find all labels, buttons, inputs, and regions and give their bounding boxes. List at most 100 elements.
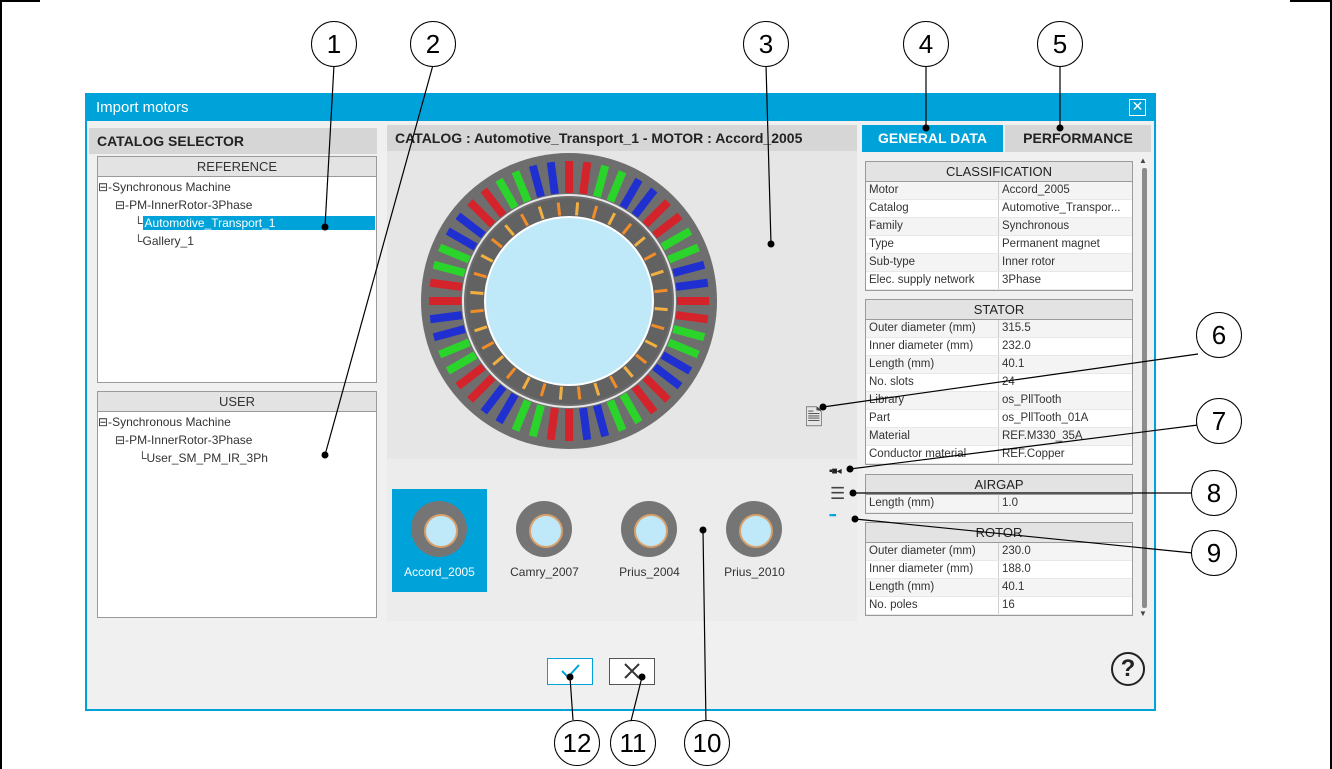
ok-button[interactable] (547, 658, 593, 685)
stator-winding (429, 297, 461, 305)
property-row: No. poles 16 (866, 597, 1132, 615)
thumbnail-camry-2007[interactable]: Camry_2007 (497, 489, 592, 592)
thumbnail-prius-2004[interactable]: Prius_2004 (602, 489, 697, 592)
import-motors-dialog: Import motors ✕ CATALOG SELECTOR REFEREN… (85, 93, 1156, 711)
property-row: Outer diameter (mm) 230.0 (866, 543, 1132, 561)
property-value: 16 (1002, 599, 1015, 611)
property-row: No. slots 24 (866, 374, 1132, 392)
user-tree-panel: USER ⊟-Synchronous Machine ⊟-PM-InnerRot… (97, 391, 377, 618)
title-bar: Import motors ✕ (87, 95, 1154, 121)
airgap-rows: Length (mm) 1.0 (866, 495, 1132, 513)
cancel-button[interactable] (609, 658, 655, 685)
scrollbar-thumb[interactable] (1142, 168, 1147, 608)
property-row: Length (mm) 40.1 (866, 579, 1132, 597)
stator-title: STATOR (866, 300, 1132, 320)
property-value: REF.Copper (1002, 448, 1065, 460)
callout-10: 10 (684, 720, 730, 766)
close-icon (624, 663, 640, 679)
reference-tree-panel: REFERENCE ⊟-Synchronous Machine ⊟-PM-Inn… (97, 156, 377, 383)
property-value: 1.0 (1002, 497, 1018, 509)
catalog-selector-header: CATALOG SELECTOR (89, 128, 377, 154)
shaft-bore (484, 216, 654, 386)
stator-winding (565, 161, 573, 193)
scroll-down-icon[interactable]: ▼ (1139, 609, 1147, 618)
thumbnail-accord-2005[interactable]: Accord_2005 (392, 489, 487, 592)
classification-title: CLASSIFICATION (866, 162, 1132, 182)
tab-performance[interactable]: PERFORMANCE (1005, 125, 1151, 152)
property-label: Motor (866, 182, 999, 199)
property-label: Part (866, 410, 999, 427)
frame-right-border (1330, 0, 1332, 769)
user-tree: ⊟-Synchronous Machine ⊟-PM-InnerRotor-3P… (98, 412, 376, 467)
callout-9: 9 (1191, 530, 1237, 576)
property-value: Permanent magnet (1002, 238, 1100, 250)
collapse-icon[interactable]: ⊟- (98, 180, 112, 194)
property-label: Inner diameter (mm) (866, 338, 999, 355)
help-button[interactable]: ? (1111, 652, 1145, 686)
tree-item-synchronous-machine[interactable]: ⊟-Synchronous Machine (98, 178, 376, 196)
callout-2: 2 (410, 21, 456, 67)
callout-12: 12 (554, 720, 600, 766)
frame-corner-left (0, 0, 40, 2)
property-row: Inner diameter (mm) 232.0 (866, 338, 1132, 356)
property-label: Type (866, 236, 999, 253)
tab-bar: GENERAL DATA PERFORMANCE (862, 125, 1151, 152)
grid-view-icon[interactable]: ▪▪▪ (829, 510, 837, 520)
property-value: 24 (1002, 376, 1015, 388)
callout-1: 1 (311, 21, 357, 67)
list-view-icon[interactable]: ☰ (830, 484, 845, 504)
stator-winding (565, 409, 573, 441)
motor-thumbnail-icon (726, 501, 782, 557)
property-label: Conductor material (866, 446, 999, 463)
property-value: os_PllTooth (1002, 394, 1062, 406)
property-row: Part os_PllTooth_01A (866, 410, 1132, 428)
tree-item-user-sm-pm-ir-3ph[interactable]: └User_SM_PM_IR_3Ph (98, 449, 376, 467)
thumbnail-prius-2010[interactable]: Prius_2010 (707, 489, 802, 592)
property-value: Synchronous (1002, 220, 1070, 232)
property-label: Library (866, 392, 999, 409)
property-row: Length (mm) 1.0 (866, 495, 1132, 513)
stator-rows: Outer diameter (mm) 315.5 Inner diameter (… (866, 320, 1132, 464)
property-row: Family Synchronous (866, 218, 1132, 236)
tree-item-pm-innerrotor[interactable]: ⊟-PM-InnerRotor-3Phase (98, 196, 376, 214)
tree-item-gallery-1[interactable]: └Gallery_1 (98, 232, 376, 250)
property-label: Length (mm) (866, 495, 999, 512)
classification-section: CLASSIFICATION Motor Accord_2005 Catalog Au… (865, 161, 1133, 291)
stator-winding (677, 297, 709, 305)
collapse-icon[interactable]: ⊟- (115, 198, 129, 212)
tree-item-automotive-transport-1[interactable]: └ Automotive_Transport_1 (98, 214, 376, 232)
motor-thumbnail-icon (621, 501, 677, 557)
property-label: Length (mm) (866, 579, 999, 596)
document-icon[interactable]: 🗎 (805, 401, 823, 439)
property-row: Elec. supply network 3Phase (866, 272, 1132, 290)
reference-tree: ⊟-Synchronous Machine ⊟-PM-InnerRotor-3P… (98, 177, 376, 250)
motor-viewer: CATALOG : Automotive_Transport_1 - MOTOR… (387, 125, 857, 621)
scroll-up-icon[interactable]: ▲ (1139, 156, 1147, 165)
property-row: Library os_PllTooth (866, 392, 1132, 410)
stator-section: STATOR Outer diameter (mm) 315.5 Inner dia… (865, 299, 1133, 465)
property-value: 188.0 (1002, 563, 1031, 575)
property-row: Material REF.M330_35A (866, 428, 1132, 446)
tree-item-synchronous-machine[interactable]: ⊟-Synchronous Machine (98, 413, 376, 431)
callout-8: 8 (1191, 470, 1237, 516)
callout-4: 4 (903, 21, 949, 67)
property-value: os_PllTooth_01A (1002, 412, 1089, 424)
property-value: 40.1 (1002, 581, 1025, 593)
toggle-view-icon[interactable]: ▪■◂ (829, 466, 842, 477)
airgap-title: AIRGAP (866, 475, 1132, 495)
tree-item-pm-innerrotor[interactable]: ⊟-PM-InnerRotor-3Phase (98, 431, 376, 449)
property-row: Conductor material REF.Copper (866, 446, 1132, 464)
frame-left-border (0, 0, 2, 769)
collapse-icon[interactable]: ⊟- (98, 415, 112, 429)
properties-scrollbar[interactable]: ▲ ▼ (1139, 156, 1149, 621)
collapse-icon[interactable]: ⊟- (115, 433, 129, 447)
property-label: Inner diameter (mm) (866, 561, 999, 578)
user-title: USER (98, 392, 376, 412)
property-value: Inner rotor (1002, 256, 1056, 268)
window-title: Import motors (96, 99, 189, 116)
tab-general-data[interactable]: GENERAL DATA (862, 125, 1003, 152)
property-value: Automotive_Transpor... (1002, 202, 1121, 214)
close-button[interactable]: ✕ (1129, 99, 1146, 116)
property-row: Sub-type Inner rotor (866, 254, 1132, 272)
callout-5: 5 (1037, 21, 1083, 67)
